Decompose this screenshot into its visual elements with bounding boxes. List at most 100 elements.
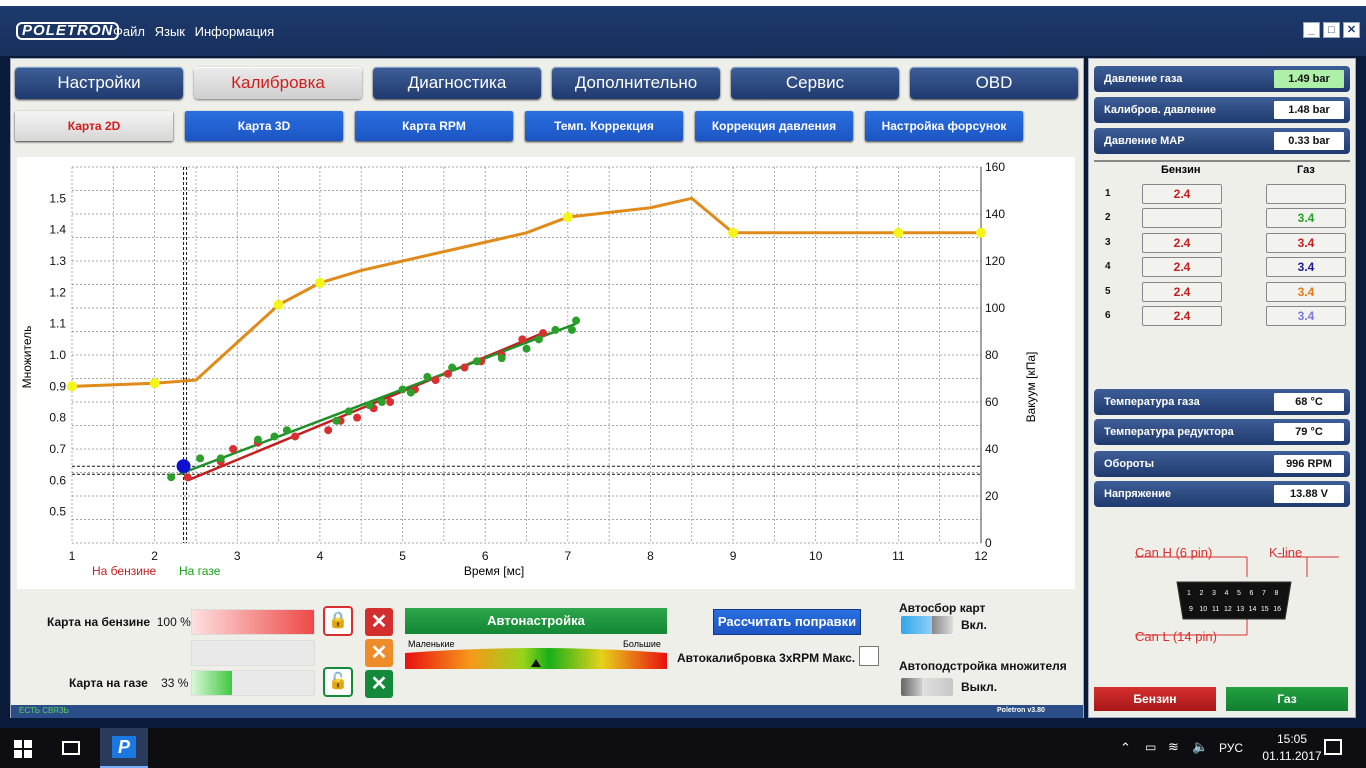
tab-diagnostics[interactable]: Диагностика xyxy=(373,67,541,99)
inj-header-gas: Газ xyxy=(1297,164,1315,176)
map-gas-text: Карта на газе xyxy=(69,676,148,690)
map-pressure-row: Давление MAP 0.33 bar xyxy=(1094,128,1350,154)
gas-point xyxy=(216,454,225,463)
autocollect-toggle[interactable] xyxy=(901,616,953,634)
windows-start-icon[interactable] xyxy=(14,740,32,758)
subtab-map-2d[interactable]: Карта 2D xyxy=(15,111,173,141)
menu-info[interactable]: Информация xyxy=(195,24,275,39)
calculate-corrections-button[interactable]: Рассчитать поправки xyxy=(713,609,861,635)
obd-pin-7: 7 xyxy=(1262,590,1266,597)
notification-icon[interactable] xyxy=(1324,739,1342,755)
gas-point xyxy=(472,357,481,366)
y-right-tick-label: 120 xyxy=(985,254,1005,268)
battery-icon[interactable]: ▭ xyxy=(1145,740,1156,754)
gas-point xyxy=(196,454,205,463)
gas-point xyxy=(398,385,407,394)
autotune-mult-label: Автоподстройка множителя xyxy=(899,659,1067,673)
petrol-point xyxy=(518,335,527,344)
close-orange-icon[interactable]: ✕ xyxy=(365,639,393,667)
divider xyxy=(1094,160,1350,162)
y-right-ticks: 0 20 40 60 80 100 120 140 160 xyxy=(985,160,1005,550)
injector-number: 3 xyxy=(1105,236,1111,248)
gas-point xyxy=(332,416,341,425)
calibration-chart[interactable]: 0.5 0.6 0.7 0.8 0.9 1.0 1.1 1.2 1.3 1.4 1.5 0 20 40 6… xyxy=(17,157,1075,589)
x-tick-label: 5 xyxy=(399,549,406,563)
autocalib-checkbox[interactable] xyxy=(859,646,879,666)
autotune-button[interactable]: Автонастройка xyxy=(405,608,667,634)
multiplier-node xyxy=(976,227,986,238)
poletron-taskbar-button[interactable]: P xyxy=(100,728,148,768)
subtab-map-rpm[interactable]: Карта RPM xyxy=(355,111,513,141)
multiplier-node xyxy=(273,299,284,310)
autotune-mult-toggle[interactable] xyxy=(901,678,953,696)
subtab-temp-correction[interactable]: Темп. Коррекция xyxy=(525,111,683,141)
gas-point xyxy=(567,325,576,334)
close-window-button[interactable]: ✕ xyxy=(1343,22,1360,38)
injector-petrol-value xyxy=(1142,208,1222,229)
petrol-point xyxy=(291,432,300,441)
language-indicator[interactable]: РУС xyxy=(1219,741,1243,755)
tab-settings[interactable]: Настройки xyxy=(15,67,183,99)
obd-pin-11: 11 xyxy=(1212,606,1219,613)
obd-pin-4: 4 xyxy=(1225,590,1229,597)
connection-status: ЕСТЬ СВЯЗЬ xyxy=(19,706,69,715)
obd-pin-15: 15 xyxy=(1261,606,1269,613)
gas-point xyxy=(282,426,291,435)
inj-header-petrol: Бензин xyxy=(1161,164,1201,176)
obd-pin-1: 1 xyxy=(1187,590,1191,597)
close-red-icon[interactable]: ✕ xyxy=(365,608,393,636)
obd-pin-5: 5 xyxy=(1237,590,1241,597)
poletron-app-icon: P xyxy=(112,736,136,758)
map-petrol-slider[interactable] xyxy=(191,609,315,635)
y-left-tick-label: 0.7 xyxy=(49,442,66,456)
y-right-axis-label: Вакуум [кПа] xyxy=(1024,352,1038,423)
chart-svg[interactable]: 0.5 0.6 0.7 0.8 0.9 1.0 1.1 1.2 1.3 1.4 1.5 0 20 40 6… xyxy=(17,157,1075,589)
tab-obd[interactable]: OBD xyxy=(910,67,1078,99)
gas-mode-button[interactable]: Газ xyxy=(1226,687,1348,711)
y-right-tick-label: 20 xyxy=(985,489,999,503)
map-petrol-percent: 100 % xyxy=(156,615,191,629)
subtab-injector-setup[interactable]: Настройка форсунок xyxy=(865,111,1023,141)
unlock-icon[interactable]: 🔓 xyxy=(323,667,353,697)
chevron-up-icon[interactable]: ⌃ xyxy=(1120,740,1131,756)
reducer-temp-row: Температура редуктора 79 °C xyxy=(1094,419,1350,445)
subtab-pressure-correction[interactable]: Коррекция давления xyxy=(695,111,853,141)
tab-calibration[interactable]: Калибровка xyxy=(194,67,362,99)
gas-point xyxy=(423,372,432,381)
injector-petrol-value: 2.4 xyxy=(1142,184,1222,204)
map-gas-slider[interactable] xyxy=(191,670,315,696)
menu-language[interactable]: Язык xyxy=(155,24,185,39)
tab-advanced[interactable]: Дополнительно xyxy=(552,67,720,99)
map-middle-slider[interactable] xyxy=(191,640,315,666)
close-green-icon[interactable]: ✕ xyxy=(365,670,393,698)
voltage-row-label: Напряжение xyxy=(1104,488,1171,500)
petrol-mode-button[interactable]: Бензин xyxy=(1094,687,1216,711)
x-tick-label: 7 xyxy=(564,549,571,563)
volume-icon[interactable]: 🔈 xyxy=(1192,739,1208,755)
y-right-tick-label: 100 xyxy=(985,301,1005,315)
injector-gas-value xyxy=(1266,184,1346,204)
y-left-tick-label: 1.0 xyxy=(49,348,66,362)
multiplier-node xyxy=(149,378,160,389)
menu-file[interactable]: Файл xyxy=(113,24,145,39)
app-logo: POLETRON xyxy=(16,22,120,40)
map-gas-label: Карта на газе 33 % xyxy=(69,676,188,690)
lock-icon[interactable]: 🔒 xyxy=(323,606,353,636)
y-right-tick-label: 160 xyxy=(985,160,1005,174)
y-left-axis-label: Множитель xyxy=(20,326,34,389)
scale-gauge[interactable] xyxy=(405,647,667,669)
maximize-button[interactable]: □ xyxy=(1323,22,1340,38)
task-view-icon[interactable] xyxy=(62,741,80,755)
minimize-button[interactable]: _ xyxy=(1303,22,1320,38)
obd-pin-6: 6 xyxy=(1250,590,1254,597)
wifi-icon[interactable]: ≋ xyxy=(1168,739,1179,755)
legend-gas: На газе xyxy=(179,564,221,578)
gas-point xyxy=(572,316,581,325)
obd-pin-12: 12 xyxy=(1224,606,1232,613)
clock-time[interactable]: 15:05 xyxy=(1262,732,1322,746)
clock-date[interactable]: 01.11.2017 xyxy=(1252,749,1332,763)
subtab-map-3d[interactable]: Карта 3D xyxy=(185,111,343,141)
tab-service[interactable]: Сервис xyxy=(731,67,899,99)
gas-pressure-row: Давление газа 1.49 bar xyxy=(1094,66,1350,92)
x-tick-label: 9 xyxy=(730,549,737,563)
